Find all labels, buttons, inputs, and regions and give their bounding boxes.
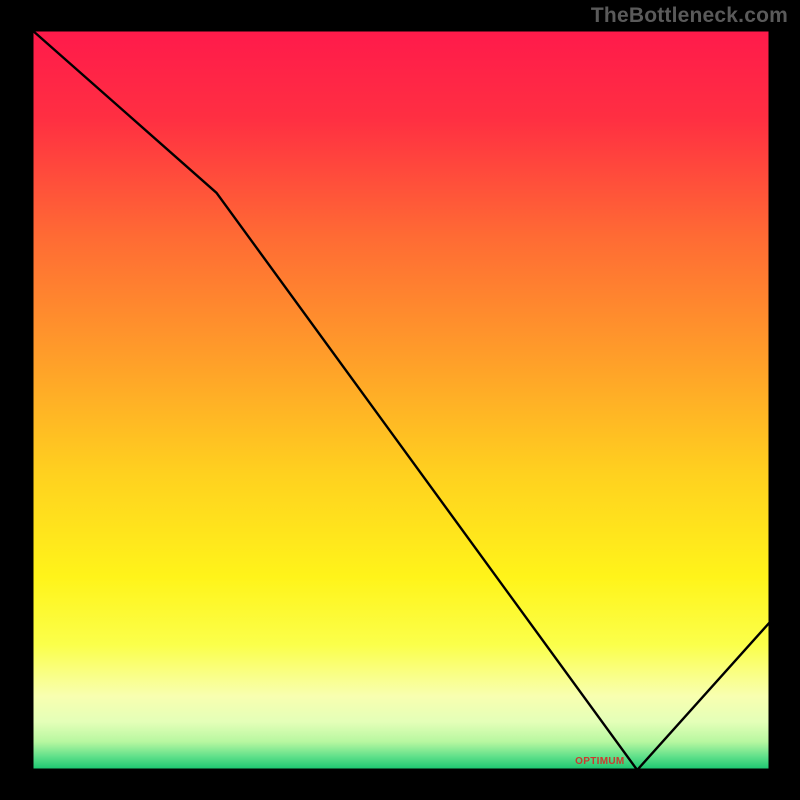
- optimum-marker-label: OPTIMUM: [575, 756, 624, 767]
- chart-svg: [0, 0, 800, 800]
- plot-background: [32, 30, 770, 770]
- chart-container: TheBottleneck.com OPTIMUM: [0, 0, 800, 800]
